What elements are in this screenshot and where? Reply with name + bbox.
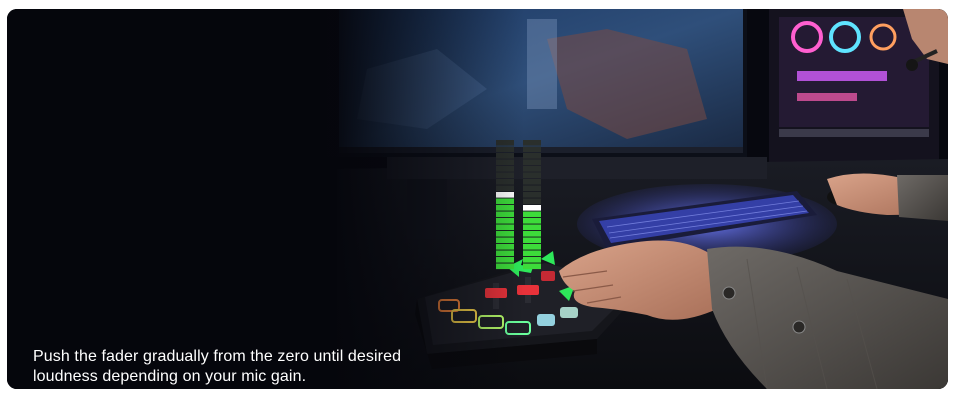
caption-text: Push the fader gradually from the zero u… — [33, 347, 453, 387]
hero-banner: Push the fader gradually from the zero u… — [7, 9, 948, 389]
caption-line-2: loudness depending on your mic gain. — [33, 368, 307, 385]
gaming-setup-photo — [7, 9, 948, 389]
caption-line-1: Push the fader gradually from the zero u… — [33, 348, 402, 365]
